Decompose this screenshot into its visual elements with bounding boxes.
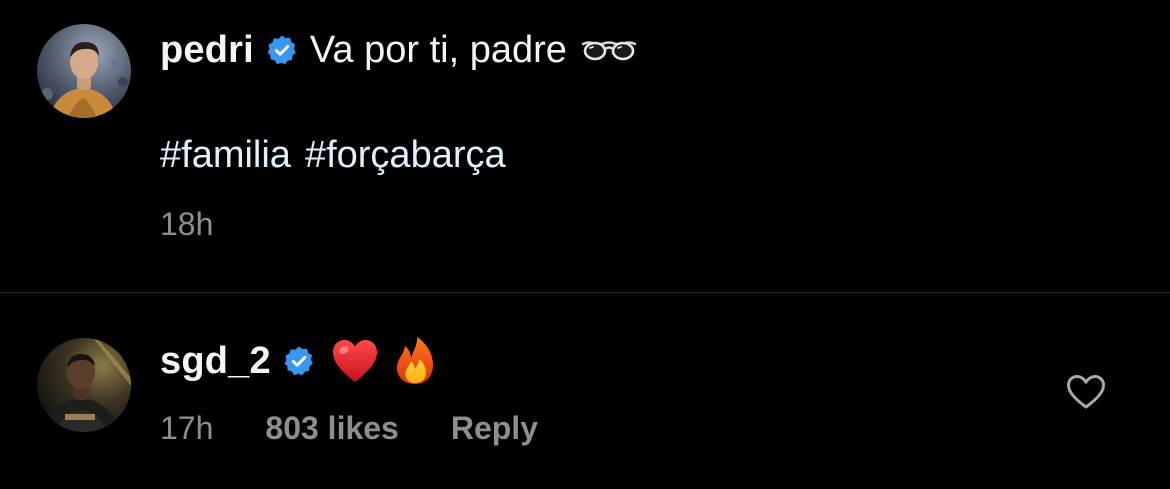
hashtag-link[interactable]: #familia [160, 134, 291, 177]
verified-badge-icon [266, 34, 298, 66]
verified-badge-icon [283, 345, 315, 377]
caption-hashtags: #familia #forçabarça [160, 134, 506, 177]
post-caption: pedri Va por ti, padre #familia #forçaba… [0, 0, 1170, 292]
caption-timestamp: 18h [160, 206, 214, 242]
avatar-sgd_2[interactable] [37, 338, 131, 432]
divider [0, 292, 1170, 293]
like-button[interactable] [1066, 374, 1106, 410]
avatar-pedri[interactable] [37, 24, 131, 118]
reply-button[interactable]: Reply [451, 410, 538, 447]
comment-likes-count[interactable]: 803 likes [265, 410, 398, 447]
caption-text: Va por ti, padre [309, 28, 567, 71]
username-pedri[interactable]: pedri [160, 29, 254, 72]
comment-header: sgd_2 [160, 336, 437, 386]
red-heart-emoji-icon [331, 338, 379, 384]
comment-meta: 17h 803 likes Reply [160, 410, 538, 447]
heart-outline-icon [1066, 374, 1106, 410]
hashtag-link[interactable]: #forçabarça [305, 134, 506, 177]
username-sgd_2[interactable]: sgd_2 [160, 340, 271, 383]
fire-emoji-icon [393, 336, 437, 386]
comment-timestamp: 17h [160, 410, 214, 446]
glasses-emoji-icon [581, 38, 637, 62]
caption-header: pedri Va por ti, padre [160, 26, 637, 74]
